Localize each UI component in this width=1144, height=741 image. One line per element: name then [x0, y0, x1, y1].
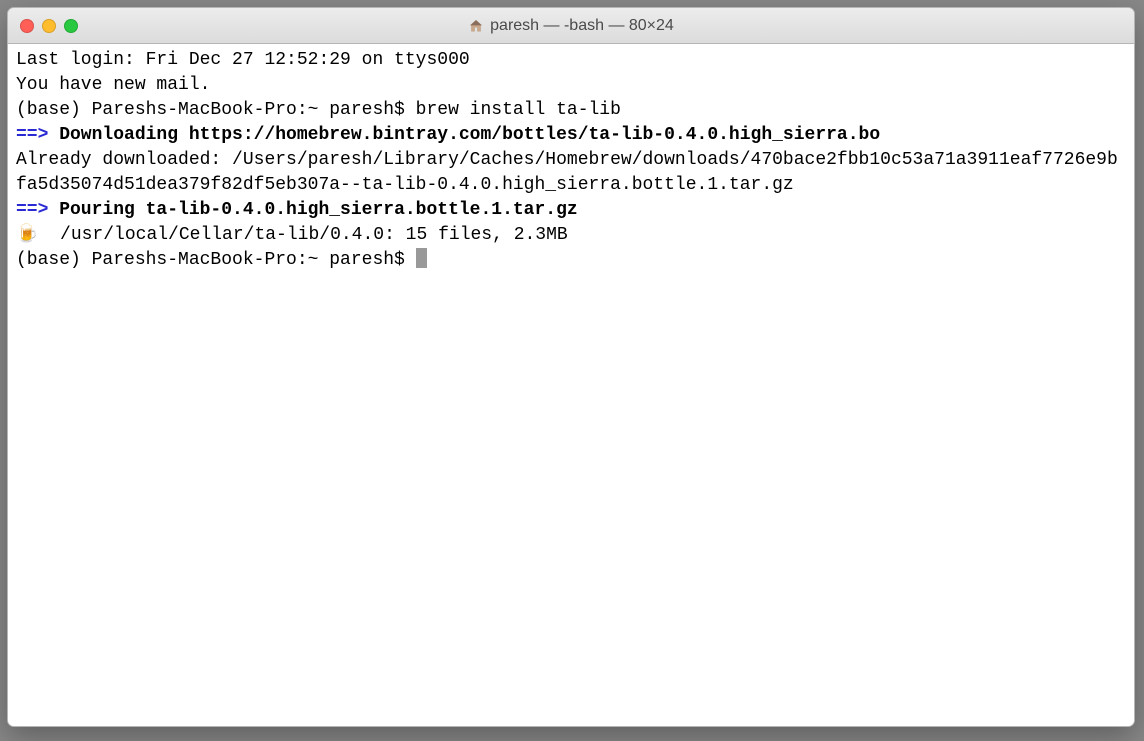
traffic-lights	[8, 19, 78, 33]
prompt-2: (base) Pareshs-MacBook-Pro:~ paresh$	[16, 250, 416, 270]
minimize-icon[interactable]	[42, 19, 56, 33]
mail-notice-line: You have new mail.	[16, 75, 210, 95]
window-title-text: paresh — -bash — 80×24	[490, 17, 674, 35]
zoom-icon[interactable]	[64, 19, 78, 33]
last-login-line: Last login: Fri Dec 27 12:52:29 on ttys0…	[16, 50, 470, 70]
close-icon[interactable]	[20, 19, 34, 33]
prompt-1: (base) Pareshs-MacBook-Pro:~ paresh$	[16, 100, 416, 120]
already-downloaded-line: Already downloaded: /Users/paresh/Librar…	[16, 150, 1118, 195]
install-result-line: /usr/local/Cellar/ta-lib/0.4.0: 15 files…	[38, 225, 567, 245]
terminal-window: paresh — -bash — 80×24 Last login: Fri D…	[7, 7, 1135, 727]
home-icon	[468, 18, 484, 34]
beer-icon: 🍺	[16, 223, 38, 248]
brew-arrow-icon: ==>	[16, 200, 48, 220]
brew-arrow-icon: ==>	[16, 125, 48, 145]
window-title: paresh — -bash — 80×24	[8, 17, 1134, 35]
terminal-output[interactable]: Last login: Fri Dec 27 12:52:29 on ttys0…	[8, 44, 1134, 726]
command-1: brew install ta-lib	[416, 100, 621, 120]
terminal-cursor	[416, 248, 427, 268]
downloading-line: Downloading https://homebrew.bintray.com…	[48, 125, 880, 145]
pouring-line: Pouring ta-lib-0.4.0.high_sierra.bottle.…	[48, 200, 577, 220]
titlebar[interactable]: paresh — -bash — 80×24	[8, 8, 1134, 44]
